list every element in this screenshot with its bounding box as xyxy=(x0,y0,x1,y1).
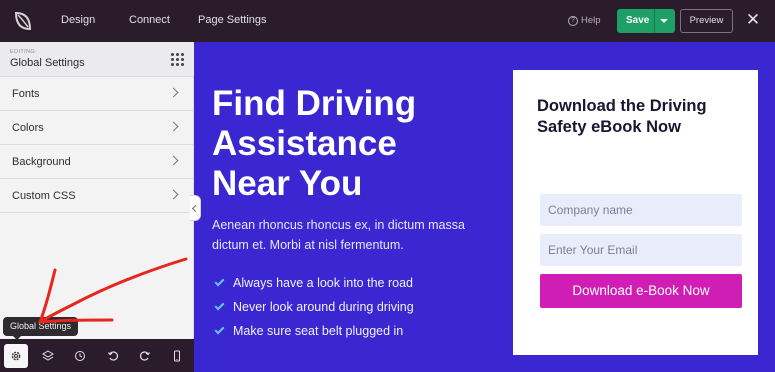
bottom-toolbar xyxy=(0,339,194,372)
help-icon: ? xyxy=(568,15,578,26)
grid-menu-icon[interactable] xyxy=(171,53,184,66)
layers-icon xyxy=(42,350,54,361)
list-item-text: Make sure seat belt plugged in xyxy=(233,324,404,338)
sidebar-item-fonts[interactable]: Fonts xyxy=(0,77,194,111)
redo-button[interactable] xyxy=(133,344,157,368)
chevron-right-icon xyxy=(168,155,179,166)
chevron-right-icon xyxy=(168,189,179,200)
sidebar-item-background[interactable]: Background xyxy=(0,145,194,179)
history-icon xyxy=(75,351,85,361)
seedprod-logo-icon[interactable] xyxy=(12,9,34,33)
global-settings-button[interactable] xyxy=(4,344,28,368)
collapse-sidebar-handle[interactable] xyxy=(190,195,201,221)
sidebar-item-label: Colors xyxy=(12,122,44,134)
chevron-right-icon xyxy=(168,87,179,98)
hero-title-line: Near You xyxy=(212,164,363,203)
email-field[interactable]: Enter Your Email xyxy=(540,234,742,266)
company-name-field[interactable]: Company name xyxy=(540,194,742,226)
close-icon[interactable]: ✕ xyxy=(745,11,761,29)
redo-icon xyxy=(140,351,150,361)
nav-connect[interactable]: Connect xyxy=(129,14,170,26)
sidebar-item-label: Fonts xyxy=(12,88,40,100)
help-link[interactable]: ? Help xyxy=(568,15,601,26)
hero-body-text[interactable]: Aenean rhoncus rhoncus ex, in dictum mas… xyxy=(212,215,480,255)
top-bar: Design Connect Page Settings ? Help Save… xyxy=(0,0,775,42)
optin-form-card[interactable]: Download the Driving Safety eBook Now Co… xyxy=(513,70,758,355)
tooltip: Global Settings xyxy=(3,317,79,340)
hero-title-line: Find Driving xyxy=(212,84,417,123)
editing-label: EDITING: xyxy=(10,49,38,55)
nav-design[interactable]: Design xyxy=(61,14,95,26)
sidebar: EDITING: Global Settings Fonts Colors Ba… xyxy=(0,42,194,339)
help-label: Help xyxy=(581,15,601,26)
save-dropdown-icon[interactable] xyxy=(660,19,668,23)
layers-button[interactable] xyxy=(36,344,60,368)
undo-icon xyxy=(108,351,118,361)
save-divider xyxy=(654,9,655,33)
chevron-right-icon xyxy=(168,121,179,132)
check-icon xyxy=(214,276,225,287)
hero-title-line: Assistance xyxy=(212,124,397,163)
sidebar-header: EDITING: Global Settings xyxy=(0,42,194,77)
nav-page-settings[interactable]: Page Settings xyxy=(198,14,267,26)
sidebar-item-label: Custom CSS xyxy=(12,190,76,202)
mobile-icon xyxy=(174,350,180,362)
gear-icon xyxy=(11,351,21,361)
check-icon xyxy=(214,300,225,311)
editing-title: Global Settings xyxy=(10,57,85,69)
revisions-button[interactable] xyxy=(68,344,92,368)
save-button[interactable]: Save xyxy=(617,9,675,33)
undo-button[interactable] xyxy=(101,344,125,368)
download-ebook-button[interactable]: Download e-Book Now xyxy=(540,274,742,308)
page-canvas[interactable]: Find Driving Assistance Near You Aenean … xyxy=(194,42,775,372)
sidebar-item-label: Background xyxy=(12,156,71,168)
save-label: Save xyxy=(626,15,650,26)
sidebar-item-custom-css[interactable]: Custom CSS xyxy=(0,179,194,213)
sidebar-item-colors[interactable]: Colors xyxy=(0,111,194,145)
device-preview-button[interactable] xyxy=(165,344,189,368)
hero-title[interactable]: Find Driving Assistance Near You xyxy=(212,84,452,204)
card-title: Download the Driving Safety eBook Now xyxy=(537,97,707,136)
list-item-text: Always have a look into the road xyxy=(233,276,413,290)
check-icon xyxy=(214,324,225,335)
list-item-text: Never look around during driving xyxy=(233,300,414,314)
preview-button[interactable]: Preview xyxy=(680,9,733,33)
